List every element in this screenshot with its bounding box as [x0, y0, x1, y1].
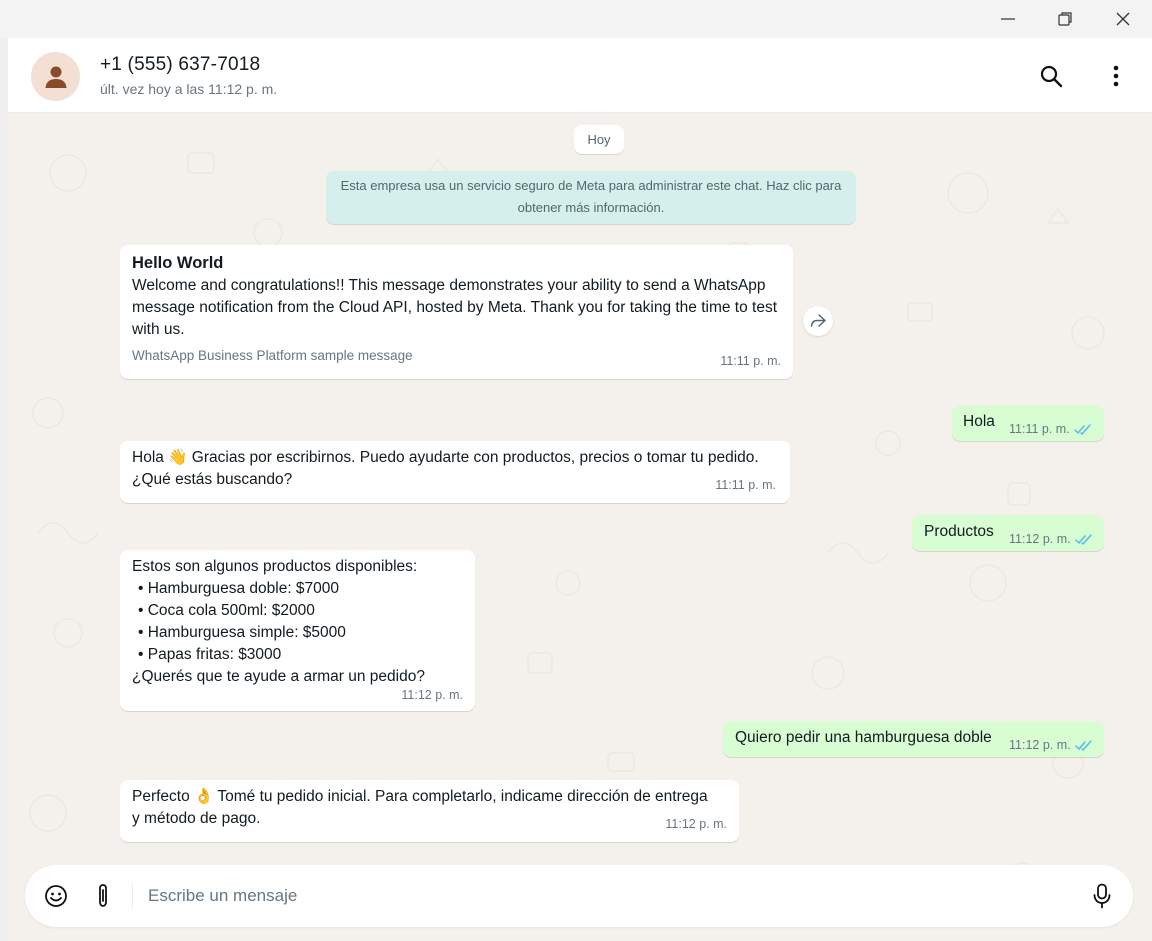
message-time: 11:12 p. m.: [1009, 528, 1093, 550]
restore-icon[interactable]: [1042, 0, 1088, 38]
message-text: Hola: [963, 413, 995, 430]
minimize-icon[interactable]: [985, 0, 1031, 38]
message-text: y método de pago.: [132, 810, 261, 827]
message-text: Welcome and congratulations!! This messa…: [132, 277, 778, 338]
forward-icon[interactable]: [803, 306, 833, 336]
message-time: 11:12 p. m.: [665, 817, 727, 831]
chat-messages[interactable]: Hoy Esta empresa usa un servicio seguro …: [8, 113, 1152, 941]
microphone-icon[interactable]: [1086, 880, 1118, 912]
incoming-message[interactable]: Hello World Welcome and congratulations!…: [120, 245, 793, 379]
last-seen-status: últ. vez hoy a las 11:12 p. m.: [100, 81, 278, 97]
message-text: Hola 👋 Gracias por escribirnos. Puedo ay…: [132, 449, 759, 466]
paperclip-icon[interactable]: [87, 880, 119, 912]
window-titlebar: [0, 0, 1152, 38]
composer-divider: [132, 883, 133, 909]
chat-header: +1 (555) 637-7018 últ. vez hoy a las 11:…: [8, 38, 1152, 113]
message-text: Productos: [924, 523, 994, 540]
read-ticks-icon: [1074, 534, 1092, 545]
list-item: • Coca cola 500ml: $2000: [138, 602, 315, 619]
person-icon: [45, 66, 66, 88]
list-item: • Hamburguesa simple: $5000: [138, 624, 346, 641]
emoji-icon[interactable]: [40, 880, 72, 912]
close-icon[interactable]: [1100, 0, 1146, 38]
read-ticks-icon: [1073, 424, 1091, 435]
message-time: 11:12 p. m.: [1009, 734, 1093, 756]
message-composer: [25, 865, 1133, 927]
avatar[interactable]: [31, 52, 80, 101]
incoming-message[interactable]: Perfecto 👌 Tomé tu pedido inicial. Para …: [120, 780, 739, 842]
outgoing-message[interactable]: Productos 11:12 p. m.: [912, 515, 1104, 551]
incoming-message[interactable]: Hola 👋 Gracias por escribirnos. Puedo ay…: [120, 441, 790, 503]
list-item: • Papas fritas: $3000: [138, 646, 282, 663]
message-title: Hello World: [132, 254, 224, 272]
list-item: • Hamburguesa doble: $7000: [138, 580, 340, 597]
message-time: 11:11 p. m.: [720, 354, 781, 368]
message-text: Quiero pedir una hamburguesa doble: [735, 729, 992, 746]
message-text: ¿Qué estás buscando?: [132, 471, 293, 488]
message-text: Estos son algunos productos disponibles:: [132, 558, 418, 575]
search-icon[interactable]: [1035, 60, 1067, 92]
contact-name[interactable]: +1 (555) 637-7018: [100, 54, 260, 76]
encryption-notice[interactable]: Esta empresa usa un servicio seguro de M…: [326, 171, 856, 224]
more-vertical-icon[interactable]: [1100, 60, 1132, 92]
message-time: 11:11 p. m.: [715, 478, 776, 492]
incoming-message[interactable]: Estos son algunos productos disponibles:…: [120, 550, 475, 711]
message-input[interactable]: [148, 879, 1068, 913]
outgoing-message[interactable]: Quiero pedir una hamburguesa doble 11:12…: [723, 721, 1104, 757]
day-separator: Hoy: [574, 125, 624, 154]
outgoing-message[interactable]: Hola 11:11 p. m.: [952, 405, 1104, 441]
read-ticks-icon: [1074, 740, 1092, 751]
message-time: 11:12 p. m.: [401, 688, 463, 702]
message-time: 11:11 p. m.: [1009, 418, 1092, 440]
message-text: Perfecto 👌 Tomé tu pedido inicial. Para …: [132, 788, 708, 805]
message-footer: WhatsApp Business Platform sample messag…: [132, 348, 413, 363]
